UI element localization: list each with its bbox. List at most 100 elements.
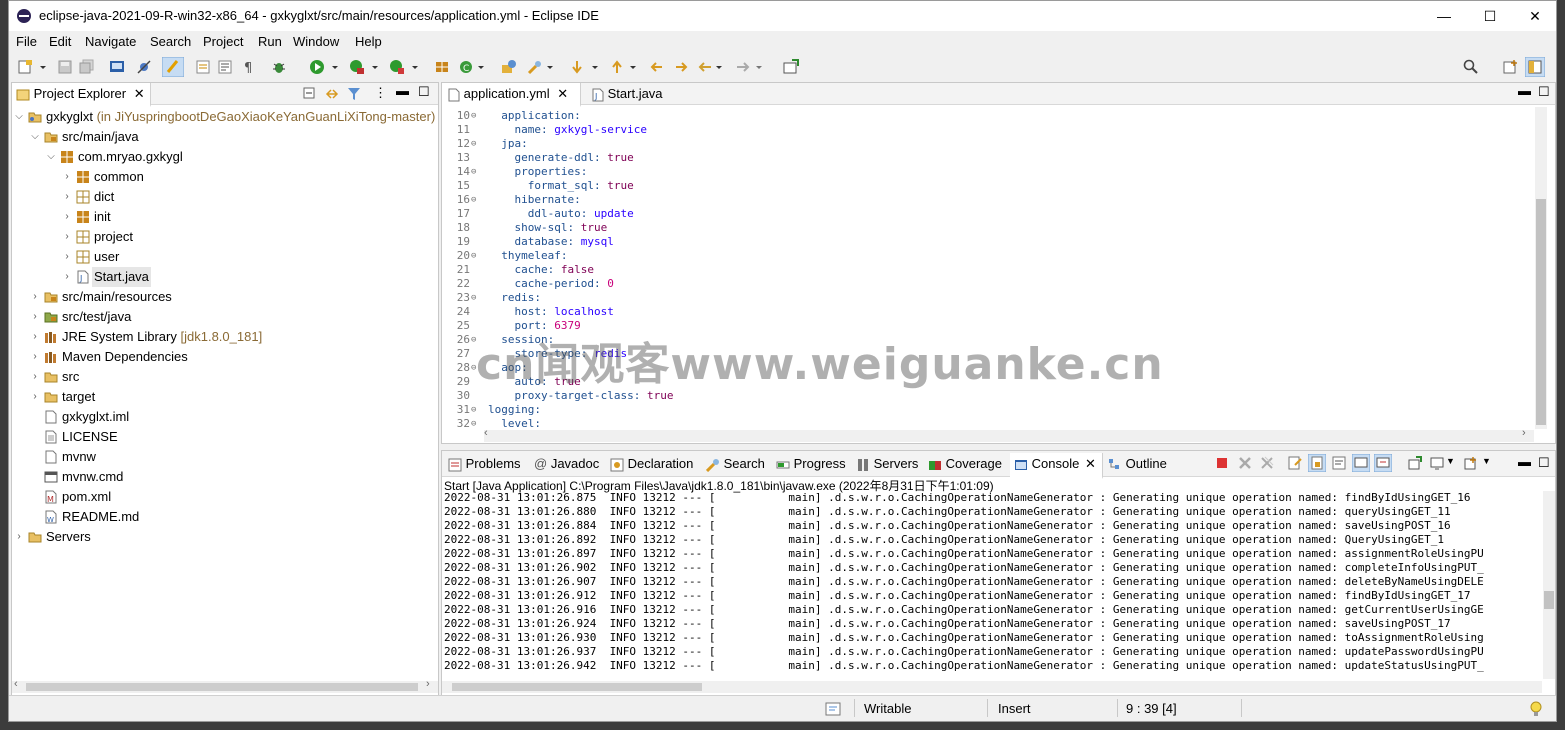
code-line[interactable]: 24 host: localhost (442, 305, 1555, 319)
chevron-down-icon[interactable]: ⌵ (46, 147, 56, 167)
tab-console[interactable]: Console ✕ (1010, 453, 1103, 479)
fold-toggle-icon[interactable]: ⊖ (471, 417, 476, 431)
tab-search[interactable]: Search (706, 453, 765, 475)
chevron-right-icon[interactable]: › (62, 247, 72, 267)
show-whitespace-icon[interactable]: ¶ (241, 59, 257, 75)
chevron-right-icon[interactable]: › (30, 347, 40, 367)
debug-icon[interactable] (271, 59, 287, 75)
code-line[interactable]: 31 ⊖ logging: (442, 403, 1555, 417)
code-line[interactable]: 15 format_sql: true (442, 179, 1555, 193)
scrollbar-thumb[interactable] (1536, 199, 1546, 425)
edit-location-icon[interactable] (673, 59, 689, 75)
view-menu-icon[interactable]: ⋮ (374, 85, 387, 101)
code-line[interactable]: 22 cache-period: 0 (442, 277, 1555, 291)
scroll-right-icon[interactable]: › (1522, 427, 1526, 439)
tips-lightbulb-icon[interactable] (1529, 700, 1543, 718)
chevron-down-icon[interactable] (755, 59, 763, 75)
new-class-icon[interactable]: C (458, 59, 474, 75)
scroll-right-icon[interactable]: › (426, 678, 430, 690)
search-icon[interactable] (1463, 59, 1479, 75)
new-package-icon[interactable] (434, 59, 450, 75)
fold-toggle-icon[interactable]: ⊖ (471, 249, 476, 263)
open-console-icon[interactable] (1464, 456, 1478, 470)
close-icon[interactable]: ✕ (557, 86, 568, 101)
code-line[interactable]: 23 ⊖ redis: (442, 291, 1555, 305)
chevron-down-icon[interactable]: ▼ (1446, 456, 1455, 466)
chevron-down-icon[interactable] (371, 59, 379, 75)
menu-navigate[interactable]: Navigate (85, 34, 136, 49)
filter-icon[interactable] (346, 86, 362, 102)
clear-console-icon[interactable] (1288, 456, 1302, 470)
explorer-horizontal-scrollbar[interactable]: ‹ › (12, 678, 438, 693)
minimize-view-icon[interactable]: ▬ (1518, 83, 1531, 98)
fold-toggle-icon[interactable]: ⊖ (471, 165, 476, 179)
chevron-right-icon[interactable]: › (14, 527, 24, 547)
open-type-icon[interactable] (501, 59, 517, 75)
tab-progress[interactable]: Progress (776, 453, 846, 475)
save-all-icon[interactable] (79, 59, 95, 75)
coverage-icon[interactable] (349, 59, 365, 75)
chevron-right-icon[interactable]: › (30, 307, 40, 327)
show-console-on-output-icon[interactable] (1352, 454, 1370, 472)
tree-item-project[interactable]: ⌵ gxkyglxt (in JiYuspringbootDeGaoXiaoKe… (12, 107, 438, 127)
code-line[interactable]: 12 ⊖ jpa: (442, 137, 1555, 151)
code-line[interactable]: 10 ⊖ application: (442, 109, 1555, 123)
display-console-icon[interactable] (1430, 456, 1444, 470)
menu-project[interactable]: Project (203, 34, 243, 49)
toggle-block-icon[interactable] (195, 59, 211, 75)
forward-icon[interactable] (735, 59, 751, 75)
menu-run[interactable]: Run (258, 34, 282, 49)
chevron-right-icon[interactable]: › (30, 387, 40, 407)
menu-edit[interactable]: Edit (49, 34, 71, 49)
maximize-view-icon[interactable]: ☐ (1538, 455, 1550, 471)
menu-search[interactable]: Search (150, 34, 191, 49)
remove-all-launches-icon[interactable] (1260, 456, 1274, 470)
external-tools-icon[interactable] (389, 59, 405, 75)
run-icon[interactable] (309, 59, 325, 75)
tab-coverage[interactable]: Coverage (928, 453, 1002, 475)
chevron-right-icon[interactable]: › (62, 167, 72, 187)
chevron-down-icon[interactable] (411, 59, 419, 75)
maximize-view-icon[interactable]: ☐ (418, 84, 430, 100)
terminate-icon[interactable] (1216, 457, 1228, 469)
code-line[interactable]: 17 ddl-auto: update (442, 207, 1555, 221)
chevron-right-icon[interactable]: › (30, 367, 40, 387)
chevron-down-icon[interactable]: ⌵ (14, 107, 24, 127)
scroll-left-icon[interactable]: ‹ (14, 678, 18, 690)
tab-start-java[interactable]: J Start.java (588, 83, 678, 105)
skip-breakpoints-icon[interactable] (136, 59, 152, 75)
terminal-icon[interactable] (109, 59, 125, 75)
console-horizontal-scrollbar[interactable] (442, 681, 1542, 693)
menu-file[interactable]: File (16, 34, 37, 49)
code-line[interactable]: 21 cache: false (442, 263, 1555, 277)
chevron-right-icon[interactable]: › (62, 267, 72, 287)
maximize-button[interactable]: ☐ (1467, 1, 1513, 31)
collapse-all-icon[interactable] (302, 86, 318, 102)
minimize-button[interactable]: — (1421, 1, 1467, 31)
link-with-editor-icon[interactable] (324, 86, 340, 102)
maximize-view-icon[interactable]: ☐ (1538, 84, 1550, 100)
code-line[interactable]: 32 ⊖ level: (442, 417, 1555, 431)
chevron-right-icon[interactable]: › (62, 227, 72, 247)
code-line[interactable]: 14 ⊖ properties: (442, 165, 1555, 179)
read-only-toggle-icon[interactable] (825, 701, 841, 717)
save-icon[interactable] (57, 59, 73, 75)
editor-vertical-scrollbar[interactable] (1535, 107, 1547, 429)
chevron-right-icon[interactable]: › (62, 207, 72, 227)
scrollbar-thumb[interactable] (26, 683, 418, 691)
word-wrap-icon[interactable] (1332, 456, 1346, 470)
scrollbar-thumb[interactable] (1544, 591, 1554, 609)
new-icon[interactable] (17, 59, 33, 75)
scroll-left-icon[interactable]: ‹ (484, 427, 488, 439)
fold-toggle-icon[interactable]: ⊖ (471, 403, 476, 417)
scroll-lock-icon[interactable] (1308, 454, 1326, 472)
code-line[interactable]: 20 ⊖ thymeleaf: (442, 249, 1555, 263)
close-icon[interactable]: ✕ (1085, 456, 1096, 471)
chevron-down-icon[interactable]: ⌵ (30, 127, 40, 147)
close-button[interactable]: ✕ (1512, 1, 1556, 31)
last-edit-icon[interactable] (649, 59, 665, 75)
chevron-down-icon[interactable] (715, 59, 723, 75)
chevron-right-icon[interactable]: › (62, 187, 72, 207)
editor-horizontal-scrollbar[interactable]: ‹ › (484, 427, 1534, 442)
toggle-word-wrap-icon[interactable] (217, 59, 233, 75)
